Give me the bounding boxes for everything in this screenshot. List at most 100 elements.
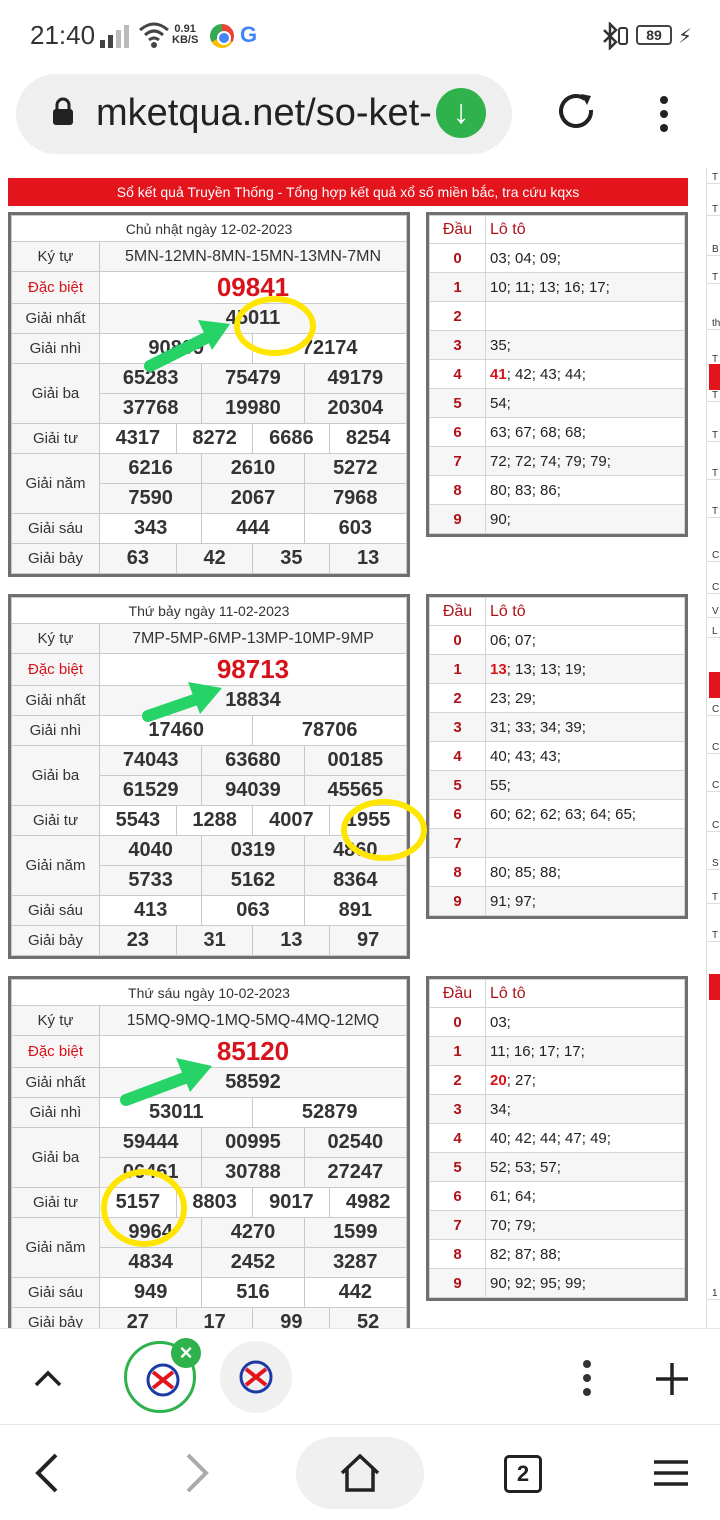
site-logo-icon <box>239 1360 273 1394</box>
third-prize: 30788 <box>201 1157 305 1188</box>
label-ky-tu: Ký tự <box>11 623 100 654</box>
sidebar-section-header <box>709 672 720 698</box>
seventh-prize: 17 <box>175 1307 254 1328</box>
sidebar-item[interactable]: C <box>707 582 720 594</box>
ky-tu-value: 15MQ-9MQ-1MQ-5MQ-4MQ-12MQ <box>99 1005 407 1036</box>
label-dac-biet: Đặc biệt <box>11 653 100 686</box>
bluetooth-icon <box>603 22 628 50</box>
fifth-prize: 8364 <box>303 865 408 896</box>
header-loto: Lô tô <box>485 215 685 244</box>
third-prize: 61529 <box>98 775 203 806</box>
loto-list: 80; 85; 88; <box>490 863 561 881</box>
label-giai-sau: Giải sáu <box>11 1277 100 1308</box>
loto-values: 03; 04; 09; <box>485 243 685 273</box>
close-icon[interactable]: × <box>171 1338 201 1368</box>
result-table: Thứ sáu ngày 10-02-2023 Ký tự 15MQ-9MQ-1MQ… <box>8 976 410 1328</box>
header-loto: Lô tô <box>485 979 685 1008</box>
sixth-prize: 891 <box>303 895 408 926</box>
fourth-prize: 5543 <box>99 805 177 836</box>
seventh-prize: 42 <box>175 543 254 574</box>
fourth-prize: 5157 <box>99 1187 177 1218</box>
draw-date: Chủ nhật ngày 12-02-2023 <box>11 215 407 242</box>
fifth-prize: 9964 <box>98 1217 203 1248</box>
loto-list: 72; 72; 74; 79; 79; <box>490 452 611 470</box>
sidebar-item[interactable]: T <box>707 506 720 518</box>
sidebar-item[interactable]: C <box>707 704 720 716</box>
sidebar-item[interactable]: S <box>707 858 720 870</box>
loto-values: 54; <box>485 388 685 418</box>
sidebar-item[interactable]: T <box>707 930 720 942</box>
loto-head: 9 <box>429 504 486 534</box>
more-vert-icon[interactable] <box>652 94 676 134</box>
sidebar-section-header <box>709 364 720 390</box>
home-button[interactable] <box>296 1437 424 1509</box>
sidebar-item[interactable]: 1 <box>707 1288 720 1300</box>
seventh-prize: 23 <box>99 925 177 956</box>
header-dau: Đầu <box>429 597 486 626</box>
loto-values: 34; <box>485 1094 685 1124</box>
second-prize: 78706 <box>252 715 407 746</box>
sidebar-item[interactable]: B <box>707 244 720 256</box>
home-icon <box>340 1453 380 1492</box>
loto-list: 06; 07; <box>490 631 536 649</box>
forward-icon[interactable] <box>180 1451 214 1495</box>
sidebar-item[interactable]: T <box>707 172 720 184</box>
fifth-prize: 3287 <box>303 1247 408 1278</box>
more-vert-icon[interactable] <box>576 1359 598 1397</box>
sidebar-item[interactable]: L <box>707 626 720 638</box>
sidebar-item[interactable]: T <box>707 272 720 284</box>
plus-icon[interactable] <box>652 1359 692 1399</box>
label-giai-nhat: Giải nhất <box>11 685 100 716</box>
download-icon[interactable]: ↓ <box>436 88 486 138</box>
label-ky-tu: Ký tự <box>11 241 100 272</box>
reload-icon[interactable] <box>554 90 598 134</box>
loto-head: 4 <box>429 359 486 389</box>
chevron-up-icon[interactable] <box>30 1365 66 1391</box>
third-prize: 94039 <box>201 775 305 806</box>
loto-head: 0 <box>429 243 486 273</box>
fifth-prize: 5733 <box>98 865 203 896</box>
url-text[interactable]: mketqua.net/so-ket- <box>96 92 432 135</box>
seventh-prize: 13 <box>329 543 407 574</box>
sidebar-item[interactable]: T <box>707 204 720 216</box>
sixth-prize: 949 <box>98 1277 203 1308</box>
sidebar-item[interactable]: C <box>707 780 720 792</box>
fifth-prize: 7968 <box>303 483 408 514</box>
loto-values: 20; 27; <box>485 1065 685 1095</box>
fifth-prize: 1599 <box>303 1217 408 1248</box>
sidebar-item[interactable]: V <box>707 606 720 618</box>
loto-head: 3 <box>429 1094 486 1124</box>
menu-icon[interactable] <box>652 1459 690 1487</box>
loto-list: 54; <box>490 394 511 412</box>
sidebar-item[interactable]: T <box>707 390 720 402</box>
loto-values: 23; 29; <box>485 683 685 713</box>
sidebar-item[interactable]: T <box>707 468 720 480</box>
fifth-prize: 4860 <box>303 835 408 866</box>
loto-values: 31; 33; 34; 39; <box>485 712 685 742</box>
loto-head: 6 <box>429 417 486 447</box>
tab-strip: × <box>0 1328 720 1424</box>
loto-list: 90; <box>490 510 511 528</box>
tab-inactive[interactable] <box>220 1341 292 1413</box>
label-giai-sau: Giải sáu <box>11 513 100 544</box>
loto-list: ; 13; 13; 19; <box>506 660 586 678</box>
tab-active[interactable]: × <box>124 1338 201 1413</box>
sidebar-item[interactable]: th <box>707 318 720 330</box>
sidebar-item[interactable]: C <box>707 820 720 832</box>
sidebar-item[interactable]: T <box>707 892 720 904</box>
header-loto: Lô tô <box>485 597 685 626</box>
loto-head: 3 <box>429 330 486 360</box>
sidebar-item[interactable]: T <box>707 430 720 442</box>
first-prize: 18834 <box>99 685 407 716</box>
sidebar-item[interactable]: C <box>707 742 720 754</box>
sidebar-item[interactable]: C <box>707 550 720 562</box>
loto-head: 2 <box>429 1065 486 1095</box>
back-icon[interactable] <box>30 1451 64 1495</box>
loto-head: 3 <box>429 712 486 742</box>
draw-date: Thứ bảy ngày 11-02-2023 <box>11 597 407 624</box>
loto-list: 40; 43; 43; <box>490 747 561 765</box>
loto-values: 03; <box>485 1007 685 1037</box>
loto-head: 7 <box>429 446 486 476</box>
loto-values: 90; <box>485 504 685 534</box>
tabs-icon[interactable]: 2 <box>504 1455 542 1493</box>
